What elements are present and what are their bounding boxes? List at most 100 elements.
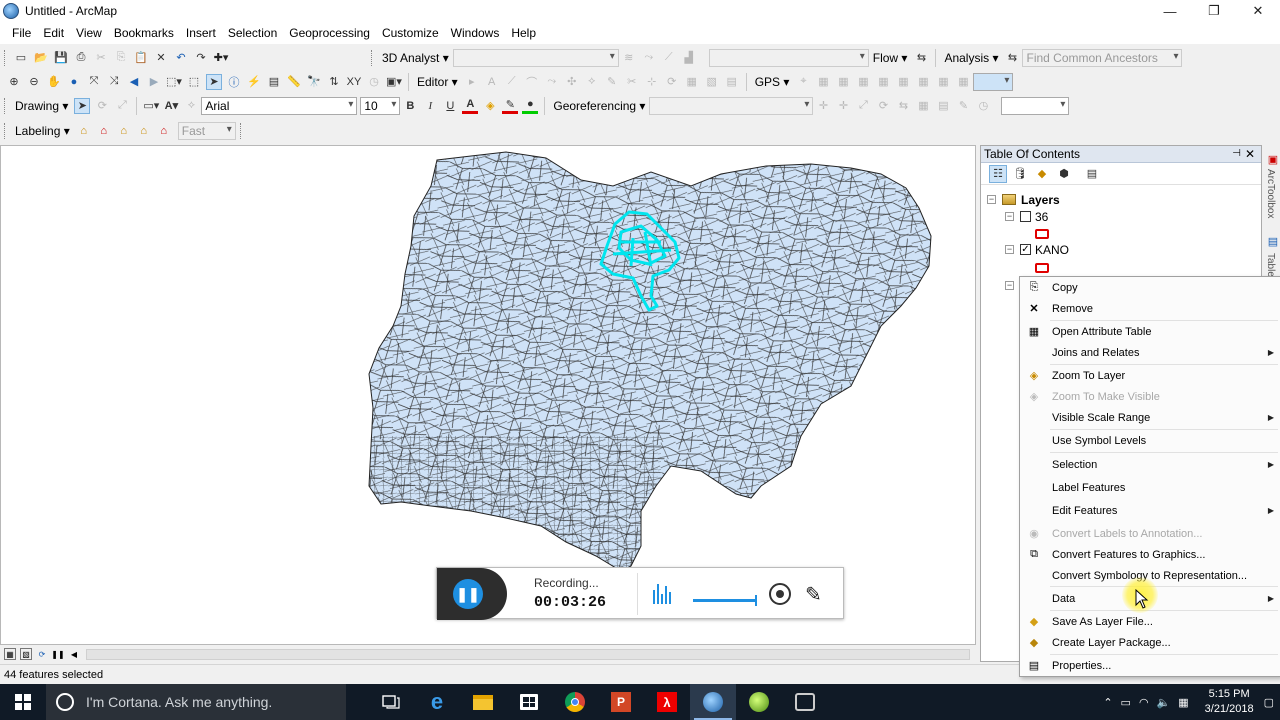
file-explorer-icon[interactable] [460,684,506,720]
horizontal-scrollbar[interactable] [86,649,970,660]
georef-tool-3-icon[interactable]: ⤢ [855,98,871,114]
georef-tool-7-icon[interactable]: ▤ [935,98,951,114]
georef-tool-2-icon[interactable]: ✛ [835,98,851,114]
georeferencing-menu[interactable]: Georeferencing ▾ [553,99,645,113]
measure-icon[interactable]: 📏 [286,74,302,90]
tray-chevron-icon[interactable]: ⌃ [1103,696,1112,709]
labeling-menu[interactable]: Labeling ▾ [15,124,70,138]
new-icon[interactable]: ▭ [13,50,29,66]
store-icon[interactable] [506,684,552,720]
red-outline-symbol[interactable] [1035,228,1049,239]
menu-edit[interactable]: Edit [37,26,70,40]
list-by-visibility-icon[interactable]: ◆ [1033,165,1051,183]
keyboard-icon[interactable]: ▦ [1178,696,1188,709]
tool-c-icon[interactable]: ▦ [855,74,871,90]
open-icon[interactable]: 📂 [33,50,49,66]
data-view-icon[interactable]: ▦ [4,648,16,660]
find-common-ancestors-combo[interactable]: Find Common Ancestors [1022,48,1183,67]
edit-tool-icon[interactable]: ▸ [464,74,480,90]
font-combo[interactable]: Arial [201,96,358,115]
italic-button[interactable]: I [422,98,438,114]
rotate-element-icon[interactable]: ⟳ [94,98,110,114]
gps-menu[interactable]: GPS ▾ [755,75,790,89]
close-button[interactable]: ✕ [1236,0,1280,22]
analysis-menu[interactable]: Analysis ▾ [944,51,998,65]
collapse-icon[interactable]: − [1005,245,1014,254]
georef-tool-6-icon[interactable]: ▦ [915,98,931,114]
menu-view[interactable]: View [70,26,108,40]
table-tab-icon[interactable]: ▤ [1265,233,1280,249]
line-color-icon[interactable]: ✎ [502,98,519,114]
delete-icon[interactable]: ✕ [153,50,169,66]
find-route-icon[interactable]: ⇅ [326,74,342,90]
menu-item-label-features[interactable]: Label Features [1020,477,1280,498]
minimize-button[interactable]: — [1148,0,1192,22]
undo-icon[interactable]: ↶ [173,50,189,66]
start-button[interactable] [0,684,46,720]
redo-icon[interactable]: ↷ [193,50,209,66]
volume-icon[interactable]: 🔈 [1157,696,1171,709]
fixed-zoom-in-icon[interactable]: ⤧ [86,74,102,90]
cut-polygons-icon[interactable]: ✂ [624,74,640,90]
collapse-icon[interactable]: − [1005,212,1014,221]
analysis-tool-icon[interactable]: ⇆ [1004,50,1020,66]
menu-item-convert-features-to-graphics[interactable]: ⧉ Convert Features to Graphics... [1020,544,1280,565]
edit-vertices-icon[interactable]: ⟡ [183,98,199,114]
find-icon[interactable]: 🔭 [306,74,322,90]
3d-layer-combo[interactable] [452,48,619,67]
list-by-source-icon[interactable]: 🛢 [1011,165,1029,183]
python-app-icon[interactable] [782,684,828,720]
list-by-selection-icon[interactable]: ⬢ [1055,165,1073,183]
print-icon[interactable]: ⎙ [73,50,89,66]
menu-item-save-as-layer-file[interactable]: ◆ Save As Layer File... [1020,611,1280,632]
webcam-icon[interactable] [769,583,791,605]
font-color-icon[interactable]: A [462,98,479,114]
menu-item-properties[interactable]: ▤ Properties... [1020,655,1280,676]
georef-tool-9-icon[interactable]: ◷ [975,98,991,114]
menu-bookmarks[interactable]: Bookmarks [108,26,180,40]
collapse-icon[interactable]: − [1005,281,1014,290]
3d-analyst-menu[interactable]: 3D Analyst ▾ [382,51,449,65]
rectangle-icon[interactable]: ▭▾ [143,98,159,114]
steepest-path-icon[interactable]: ⤳ [641,50,657,66]
menu-item-open-attribute-table[interactable]: ▦ Open Attribute Table [1020,321,1280,342]
select-elements-icon[interactable]: ➤ [206,73,222,90]
copy-icon[interactable]: ⎘ [113,50,129,66]
pen-icon[interactable]: ✎ [805,582,822,607]
powerpoint-icon[interactable]: P [598,684,644,720]
layer-symbol-kano[interactable] [1035,259,1049,276]
task-view-icon[interactable] [368,684,414,720]
underline-button[interactable]: U [442,98,458,114]
menu-customize[interactable]: Customize [376,26,445,40]
georef-tool-4-icon[interactable]: ⟳ [875,98,891,114]
go-to-xy-icon[interactable]: XY [346,74,362,90]
audio-level-icon[interactable] [653,582,673,604]
edge-icon[interactable]: e [414,684,460,720]
label-manager-icon[interactable]: ⌂ [76,123,92,139]
tool-f-icon[interactable]: ▦ [915,74,931,90]
layer-visibility-checkbox[interactable]: ✓ [1020,244,1031,255]
viewer-icon[interactable]: ▣▾ [386,74,402,90]
cortana-search-box[interactable]: I'm Cortana. Ask me anything. [46,684,346,720]
select-features-icon[interactable]: ⬚▾ [166,74,182,90]
menu-item-copy[interactable]: ⎘ Copy [1020,277,1280,298]
add-data-icon[interactable]: ✚▾ [213,50,229,66]
toolbar-grip[interactable] [4,97,7,114]
network-icon[interactable]: ◠ [1139,696,1149,709]
cut-icon[interactable]: ✂ [93,50,109,66]
chrome-icon[interactable] [552,684,598,720]
zoom-in-icon[interactable]: ⊕ [6,74,22,90]
line-of-sight-icon[interactable]: ⟋ [661,50,677,66]
arccatalog-icon[interactable] [736,684,782,720]
tool-a-icon[interactable]: ▦ [815,74,831,90]
zoom-whole-icon[interactable]: ⤢ [114,98,130,114]
paste-icon[interactable]: 📋 [133,50,149,66]
select-elements-icon[interactable]: ➤ [74,97,91,114]
back-icon[interactable]: ◀ [126,74,142,90]
edit-annotation-icon[interactable]: A [484,74,500,90]
labeling-quality-combo[interactable]: Fast [177,121,236,140]
clock[interactable]: 5:15 PM 3/21/2018 [1195,687,1264,717]
straight-segment-icon[interactable]: ⟋ [504,74,520,90]
menu-file[interactable]: File [6,26,37,40]
arctoolbox-icon[interactable]: ▣ [1265,151,1280,167]
